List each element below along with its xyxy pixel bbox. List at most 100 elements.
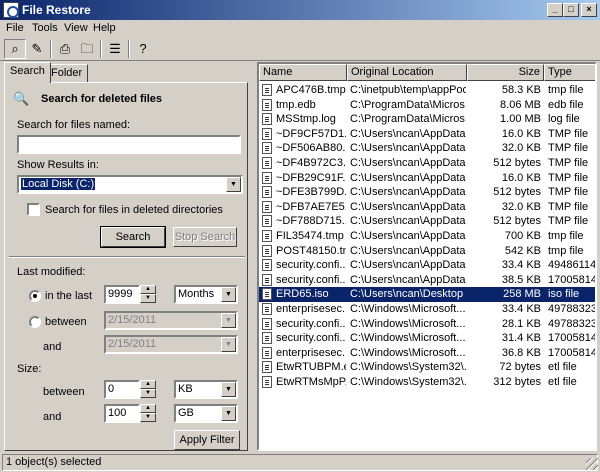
file-location-cell: C:\Windows\Microsoft.... <box>350 317 466 330</box>
maximize-button[interactable]: □ <box>563 3 579 17</box>
menu-view[interactable]: View <box>64 22 88 34</box>
stop-search-button[interactable]: Stop Search <box>173 227 237 247</box>
table-row[interactable]: MSStmp.log C:\ProgramData\Micros... 1.00 M… <box>259 112 595 127</box>
file-name-input[interactable] <box>17 135 241 154</box>
table-row[interactable]: EtwRTMsMpP... C:\Windows\System32\... 312 … <box>259 375 595 390</box>
file-type-cell: tmp file <box>548 84 584 96</box>
table-row[interactable]: ERD65.iso C:\Users\ncan\Desktop 258 MB iso … <box>259 287 595 302</box>
table-row[interactable]: security.confi... C:\Windows\Microsoft...… <box>259 331 595 346</box>
in-last-input[interactable]: 9999 <box>104 285 140 304</box>
file-icon <box>262 98 272 111</box>
in-last-radio[interactable] <box>29 290 41 302</box>
file-name-cell: EtwRTMsMpP... <box>276 376 346 388</box>
table-row[interactable]: security.confi... C:\Users\ncan\AppData..… <box>259 258 595 273</box>
size-max-spinner[interactable]: ▲ ▼ <box>140 404 156 423</box>
menu-bar: File Tools View Help <box>0 20 600 37</box>
tab-search[interactable]: Search <box>4 62 51 83</box>
file-size-cell: 38.5 KB <box>501 273 541 286</box>
between-from-select[interactable]: 2/15/2011 ▼ <box>104 311 238 330</box>
minimize-button[interactable]: _ <box>547 3 563 17</box>
table-row[interactable]: APC476B.tmp C:\inetpub\temp\appPools 58.3 … <box>259 83 595 98</box>
apply-filter-button[interactable]: Apply Filter <box>174 430 240 450</box>
file-icon <box>262 171 272 184</box>
file-name-cell: security.confi... <box>276 259 346 272</box>
in-last-spinner[interactable]: ▲ ▼ <box>140 285 156 304</box>
table-row[interactable]: EtwRTUBPM.etl C:\Windows\System32\... 72 b… <box>259 360 595 375</box>
chevron-down-icon[interactable]: ▼ <box>221 337 236 352</box>
file-icon <box>262 244 272 257</box>
properties-icon[interactable]: ☰ <box>104 39 126 59</box>
between-label: between <box>45 316 87 328</box>
results-in-select[interactable]: Local Disk (C:) ▼ <box>17 175 243 194</box>
in-last-unit-select[interactable]: Months ▼ <box>174 285 238 304</box>
size-min-spinner[interactable]: ▲ ▼ <box>140 380 156 399</box>
file-size-cell: 36.8 KB <box>501 346 541 359</box>
chevron-down-icon[interactable]: ▼ <box>221 382 236 397</box>
table-row[interactable]: ~DFE3B799D... C:\Users\ncan\AppData... 512… <box>259 185 595 200</box>
restore-icon[interactable]: ⎙ <box>54 39 76 59</box>
size-and-label: and <box>43 411 62 423</box>
file-icon <box>262 127 272 140</box>
column-size[interactable]: Size <box>467 64 544 81</box>
file-location-cell: C:\Users\ncan\AppData... <box>350 186 466 199</box>
file-size-cell: 28.1 KB <box>501 317 541 330</box>
table-row[interactable]: FIL35474.tmp C:\Users\ncan\AppData... 700 … <box>259 229 595 244</box>
table-row[interactable]: ~DF788D715... C:\Users\ncan\AppData... 512… <box>259 214 595 229</box>
table-row[interactable]: security.confi... C:\Windows\Microsoft...… <box>259 317 597 332</box>
search-button[interactable]: Search <box>100 226 166 248</box>
column-type[interactable]: Type <box>544 64 595 81</box>
table-row[interactable]: enterprisesec... C:\Windows\Microsoft....… <box>259 302 595 317</box>
between-from-value: 2/15/2011 <box>108 314 157 326</box>
file-name-cell: EtwRTUBPM.etl <box>276 361 346 374</box>
table-row[interactable]: enterprisesec... C:\Windows\Microsoft....… <box>259 346 595 361</box>
file-name-cell: ~DF4B972C3... <box>276 157 346 169</box>
table-row[interactable]: tmp.edb C:\ProgramData\Micros... 8.06 MB ed… <box>259 98 595 113</box>
search-icon[interactable]: ⌕ <box>4 39 26 59</box>
table-row[interactable]: ~DF9CF57D1... C:\Users\ncan\AppData... 16.… <box>259 127 595 142</box>
help-icon[interactable]: ? <box>132 39 154 59</box>
toolbar: ⌕ ✎ ⎙ 🗀 ☰ ? <box>0 37 600 61</box>
file-name-cell: FIL35474.tmp <box>276 230 344 242</box>
file-location-cell: C:\Windows\System32\... <box>350 361 466 374</box>
chevron-down-icon[interactable]: ▼ <box>221 406 236 421</box>
menu-file[interactable]: File <box>6 22 24 34</box>
chevron-down-icon[interactable]: ▼ <box>221 313 236 328</box>
tab-folder[interactable]: Folder <box>45 64 89 82</box>
toolbar-separator <box>100 40 102 58</box>
table-row[interactable]: ~DFB29C91F... C:\Users\ncan\AppData... 16.… <box>259 171 595 186</box>
and-label: and <box>43 341 62 353</box>
file-icon <box>262 332 272 345</box>
file-type-cell: 497883234 <box>548 317 597 330</box>
file-type-cell: TMP file <box>548 142 589 155</box>
deleted-dirs-checkbox[interactable] <box>27 203 40 216</box>
table-row[interactable]: security.confi... C:\Users\ncan\AppData..… <box>259 273 597 288</box>
file-type-cell: 170058140 <box>548 273 597 286</box>
restore-folder-icon[interactable]: 🗀 <box>76 39 98 59</box>
file-icon <box>262 215 272 228</box>
table-row[interactable]: ~DFB7AE7E5... C:\Users\ncan\AppData... 32.… <box>259 200 595 215</box>
resize-grip-icon[interactable] <box>586 458 598 470</box>
file-location-cell: C:\Windows\Microsoft.... <box>350 346 466 359</box>
close-button[interactable]: × <box>581 3 597 17</box>
menu-help[interactable]: Help <box>93 22 116 34</box>
between-to-value: 2/15/2011 <box>108 338 157 350</box>
size-min-input[interactable]: 0 <box>104 380 140 399</box>
eraser-icon[interactable]: ✎ <box>26 39 48 59</box>
menu-tools[interactable]: Tools <box>32 22 58 34</box>
size-max-input[interactable]: 100 <box>104 404 140 423</box>
table-row[interactable]: POST48150.tmp C:\Users\ncan\AppData... 542… <box>259 244 595 259</box>
size-max-unit-select[interactable]: GB ▼ <box>174 404 238 423</box>
chevron-down-icon[interactable]: ▼ <box>221 287 236 302</box>
column-original-location[interactable]: Original Location <box>347 64 467 81</box>
size-min-unit-select[interactable]: KB ▼ <box>174 380 238 399</box>
file-location-cell: C:\Windows\Microsoft.... <box>350 332 466 345</box>
file-list[interactable]: Name Original Location Size Type APC476B… <box>257 62 597 451</box>
chevron-down-icon[interactable]: ▼ <box>226 177 241 192</box>
between-radio[interactable] <box>29 316 41 328</box>
table-row[interactable]: ~DF4B972C3... C:\Users\ncan\AppData... 512… <box>259 156 595 171</box>
between-to-select[interactable]: 2/15/2011 ▼ <box>104 335 238 354</box>
column-name[interactable]: Name <box>259 64 347 81</box>
file-name-cell: POST48150.tmp <box>276 244 346 257</box>
table-row[interactable]: ~DF506AB80... C:\Users\ncan\AppData... 32.… <box>259 141 595 156</box>
file-size-cell: 700 KB <box>504 230 541 242</box>
